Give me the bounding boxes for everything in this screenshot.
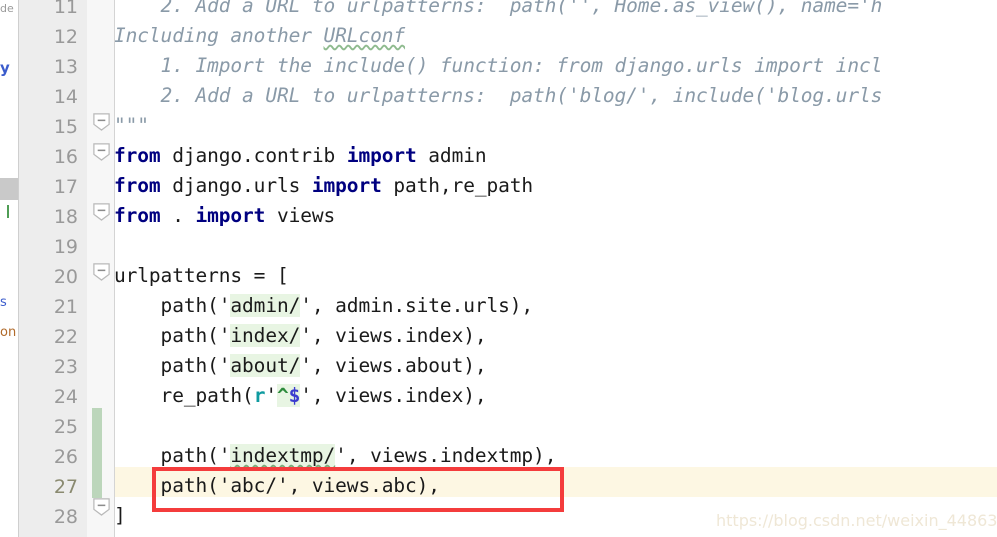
- code-line-28: ]: [114, 504, 126, 527]
- left-fragment-text: s: [0, 295, 7, 310]
- code-line-20: urlpatterns = [: [114, 264, 289, 287]
- line-number: 26: [53, 446, 78, 468]
- line-number: 24: [53, 386, 78, 408]
- line-number: 15: [53, 116, 78, 138]
- line-number: 14: [53, 86, 78, 108]
- code-line-24: re_path(r'^$', views.index),: [114, 384, 487, 407]
- left-clipped-panel[interactable]: de y s on: [0, 0, 19, 537]
- code-editor[interactable]: 11 12 13 14 15 16 17 18 19 20 21 22 23 2…: [0, 0, 997, 537]
- line-number: 28: [53, 506, 78, 528]
- left-fragment-text: de: [0, 2, 14, 15]
- line-number: 18: [53, 206, 78, 228]
- line-number: 22: [53, 326, 78, 348]
- line-number: 20: [53, 266, 78, 288]
- line-number: 17: [53, 176, 78, 198]
- fold-marker-icon[interactable]: [92, 497, 111, 516]
- code-line-27: path('abc/', views.abc),: [114, 474, 440, 497]
- left-fragment-text: y: [0, 59, 10, 77]
- code-line-15: """: [114, 114, 149, 137]
- line-number: 23: [53, 356, 78, 378]
- code-line-21: path('admin/', admin.site.urls),: [114, 294, 534, 317]
- fold-marker-icon[interactable]: [92, 112, 111, 131]
- line-number: 13: [53, 56, 78, 78]
- line-number: 25: [53, 416, 78, 438]
- code-text-area[interactable]: 2. Add a URL to urlpatterns: path('', Ho…: [114, 0, 997, 537]
- code-line-12: Including another URLconf: [114, 24, 406, 47]
- line-number: 16: [53, 146, 78, 168]
- left-fragment-text: on: [0, 325, 17, 340]
- code-line-17: from django.urls import path,re_path: [114, 174, 534, 197]
- code-line-23: path('about/', views.about),: [114, 354, 487, 377]
- code-line-26: path('indextmp/', views.indextmp),: [114, 444, 557, 467]
- fold-marker-icon[interactable]: [92, 262, 111, 281]
- code-line-16: from django.contrib import admin: [114, 144, 487, 167]
- watermark-text: https://blog.csdn.net/weixin_44863429: [716, 511, 997, 530]
- fold-marker-icon[interactable]: [92, 202, 111, 221]
- fold-marker-icon[interactable]: [92, 142, 111, 161]
- code-line-22: path('index/', views.index),: [114, 324, 487, 347]
- left-selection-band: [0, 178, 18, 200]
- vcs-change-bar[interactable]: [92, 408, 102, 498]
- code-line-13: 1. Import the include() function: from d…: [114, 54, 883, 77]
- line-number: 19: [53, 236, 78, 258]
- line-number: 11: [53, 0, 78, 18]
- left-green-marker: [7, 205, 9, 218]
- line-number: 21: [53, 296, 78, 318]
- code-line-11: 2. Add a URL to urlpatterns: path('', Ho…: [114, 0, 883, 17]
- code-line-14: 2. Add a URL to urlpatterns: path('blog/…: [114, 84, 883, 107]
- line-number-caret: 27: [53, 476, 78, 498]
- code-line-18: from . import views: [114, 204, 336, 227]
- line-number: 12: [53, 26, 78, 48]
- line-number-gutter: 11 12 13 14 15 16 17 18 19 20 21 22 23 2…: [19, 0, 87, 537]
